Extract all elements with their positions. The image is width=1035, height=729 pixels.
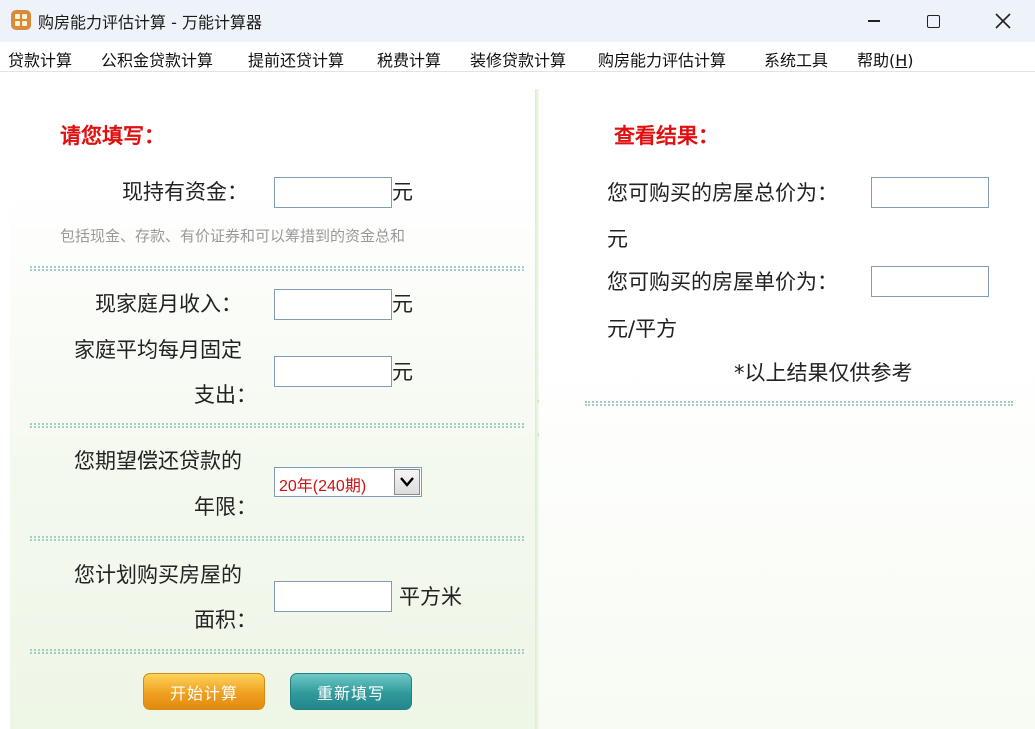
content-area: 请您填写： 现持有资金： 元 包括现金、存款、有价证券和可以筹措到的资金总和 现… [0,73,1035,729]
unit-price-unit: 元/平方 [607,317,678,341]
menu-system-tools[interactable]: 系统工具 [764,47,828,71]
expense-label-line1: 家庭平均每月固定 [74,338,242,362]
separator [30,536,524,541]
menu-bar: 贷款计算 公积金贷款计算 提前还贷计算 税费计算 装修贷款计算 购房能力评估计算… [0,42,1035,72]
years-label-line2: 年限： [194,495,257,519]
total-price-output[interactable] [871,177,989,208]
result-heading: 查看结果： [614,123,719,148]
loan-years-value: 20年(240期) [279,478,367,495]
app-calculator-icon [11,10,31,30]
funds-label: 现持有资金： [122,180,248,204]
total-price-label: 您可购买的房屋总价为： [607,181,838,205]
menu-help-suffix: ) [907,51,914,70]
menu-loan-calc[interactable]: 贷款计算 [8,47,72,71]
window-title: 购房能力评估计算 - 万能计算器 [38,13,262,32]
start-calculation-button[interactable]: 开始计算 [143,673,265,710]
minimize-icon [868,20,880,22]
years-label-line1: 您期望偿还贷款的 [74,449,242,473]
expense-unit: 元 [392,360,413,384]
close-button[interactable] [980,0,1026,42]
result-disclaimer: *以上结果仅供参考 [734,361,913,385]
menu-tax-calc[interactable]: 税费计算 [377,47,441,71]
area-label-line1: 您计划购买房屋的 [74,563,242,587]
menu-fund-loan-calc[interactable]: 公积金贷款计算 [101,47,213,71]
chevron-down-icon [400,477,414,487]
area-input[interactable] [274,581,392,612]
funds-unit: 元 [392,180,413,204]
expense-label-line2: 支出： [194,383,257,407]
income-input[interactable] [274,289,392,320]
reset-form-button[interactable]: 重新填写 [290,673,412,710]
loan-years-select[interactable]: 20年(240期) [274,467,422,497]
minimize-button[interactable] [851,0,897,42]
unit-price-output[interactable] [871,266,989,297]
menu-help-prefix: 帮助( [857,51,896,70]
title-bar: 购房能力评估计算 - 万能计算器 [0,0,1035,42]
unit-price-label: 您可购买的房屋单价为： [607,270,838,294]
menu-help[interactable]: 帮助(H) [857,47,914,71]
dropdown-button[interactable] [394,469,420,495]
menu-purchase-ability-calc[interactable]: 购房能力评估计算 [598,47,726,71]
expense-input[interactable] [274,356,392,387]
funds-hint: 包括现金、存款、有价证券和可以筹措到的资金总和 [60,227,406,245]
separator [30,266,524,271]
input-panel [10,89,535,729]
funds-input[interactable] [274,177,392,208]
total-price-unit: 元 [607,227,628,251]
menu-help-key: H [895,51,908,70]
separator [30,423,524,428]
maximize-icon [926,14,940,28]
income-unit: 元 [392,292,413,316]
maximize-button[interactable] [910,0,956,42]
separator [30,649,524,654]
area-unit: 平方米 [399,585,462,609]
menu-renovation-loan-calc[interactable]: 装修贷款计算 [470,47,566,71]
form-heading: 请您填写： [60,123,165,148]
close-icon [995,13,1011,29]
income-label: 现家庭月收入： [95,292,242,316]
area-label-line2: 面积： [194,608,257,632]
separator [585,401,1013,406]
menu-prepay-calc[interactable]: 提前还贷计算 [248,47,344,71]
